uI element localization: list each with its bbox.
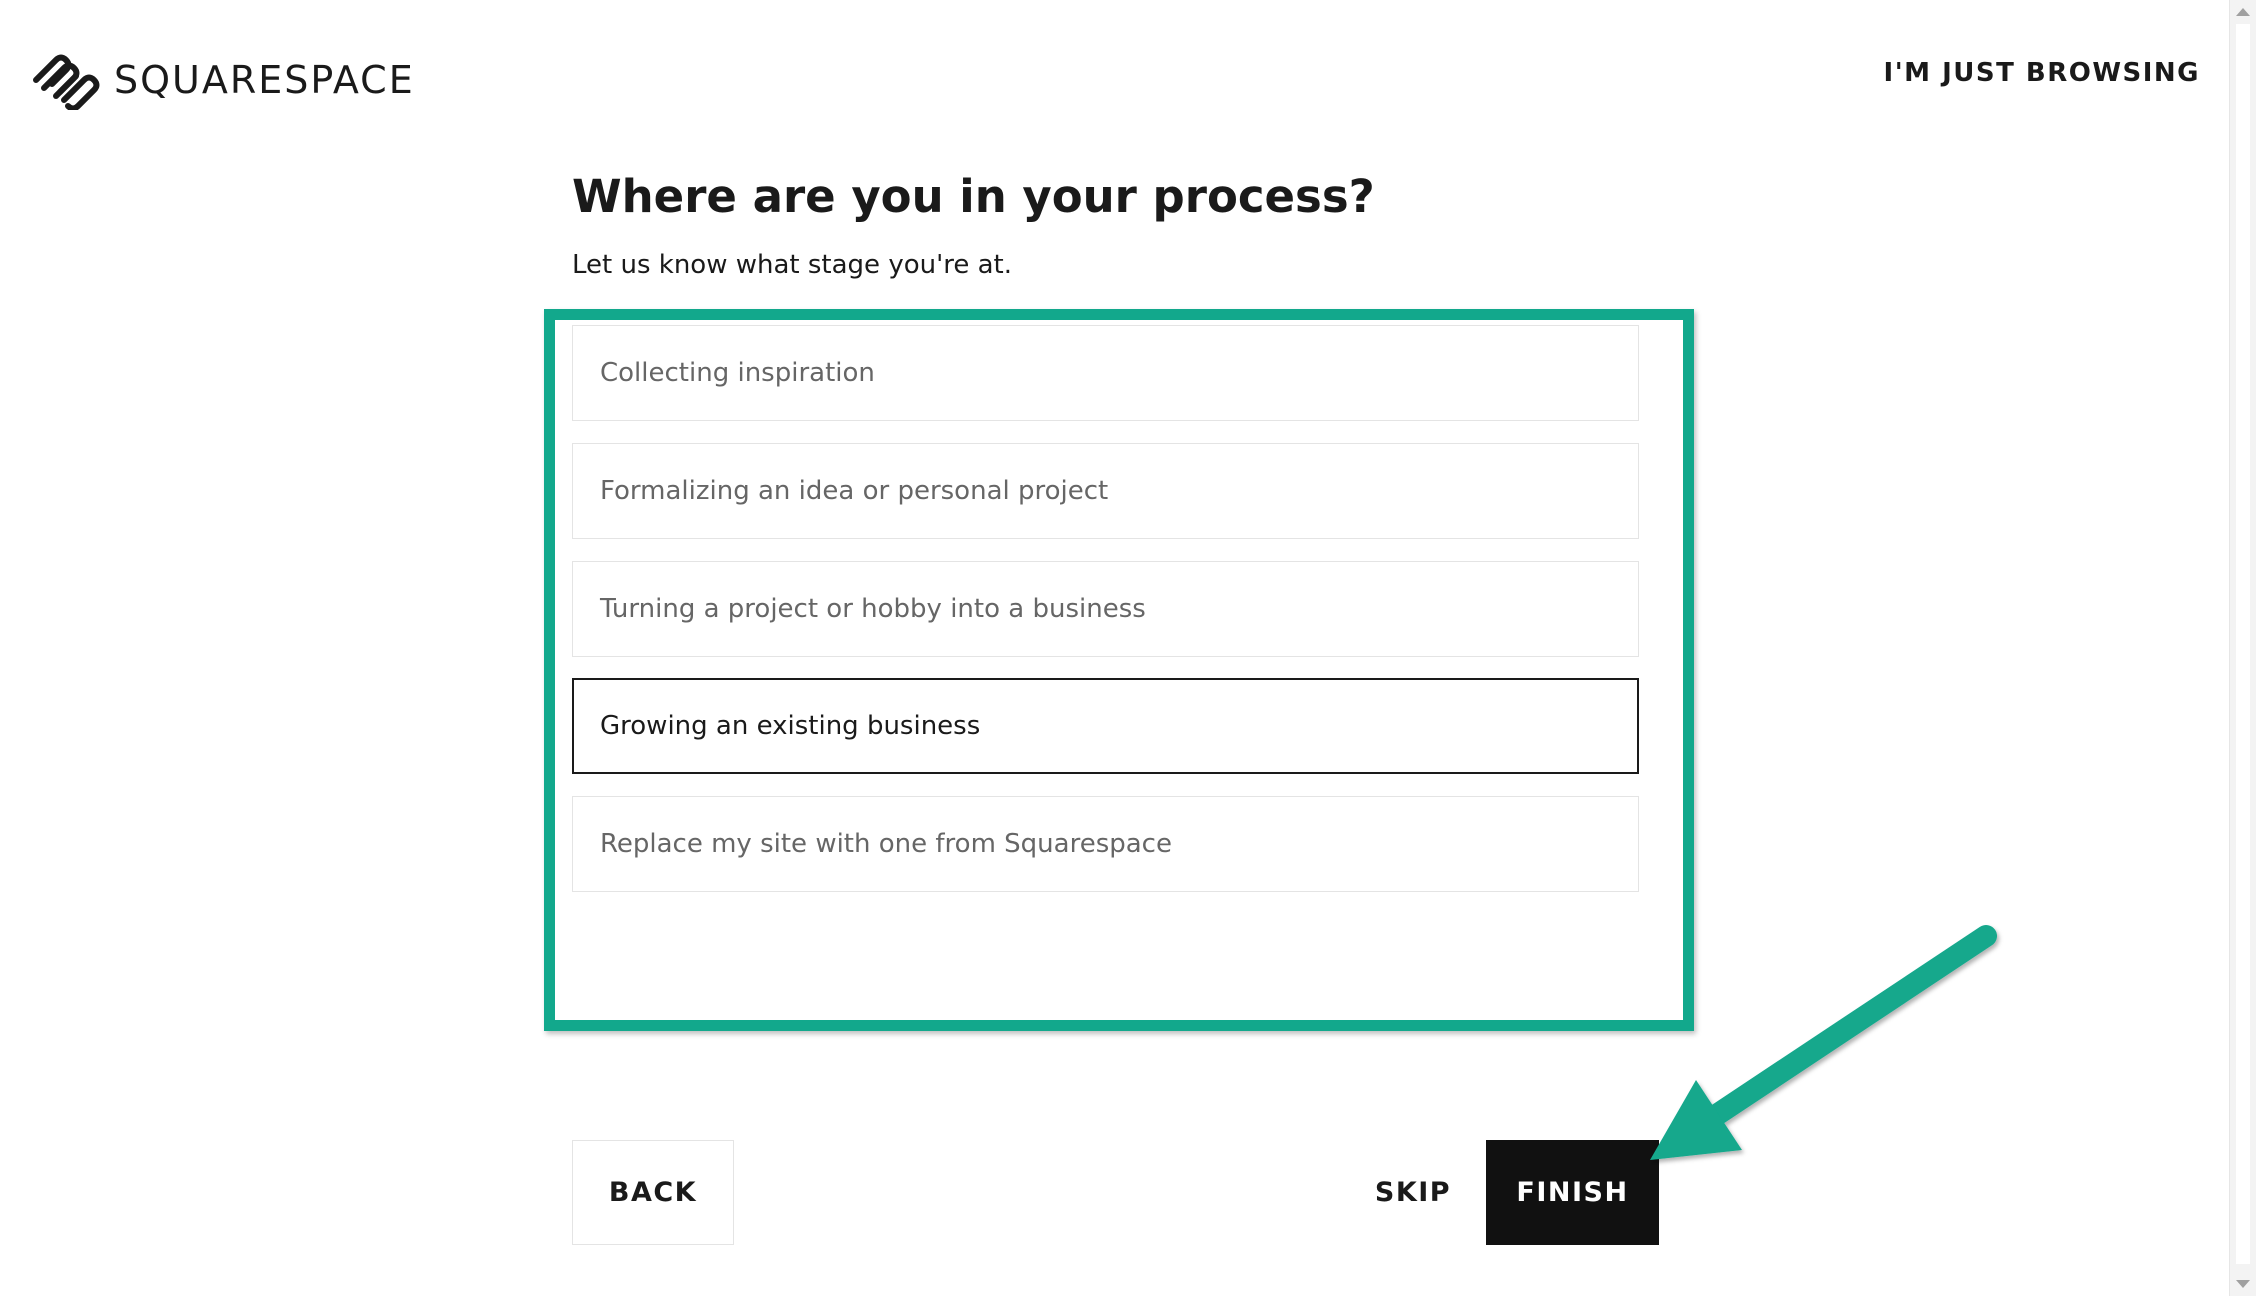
- squarespace-logo[interactable]: SQUARESPACE: [30, 50, 415, 110]
- page-scrollbar[interactable]: [2229, 0, 2256, 1296]
- page-subtitle: Let us know what stage you're at.: [572, 250, 1013, 280]
- scroll-thumb[interactable]: [2236, 24, 2250, 1264]
- just-browsing-link[interactable]: I'M JUST BROWSING: [1884, 58, 2200, 88]
- page-title: Where are you in your process?: [572, 170, 1375, 223]
- scroll-up-icon[interactable]: [2236, 8, 2250, 16]
- back-button[interactable]: BACK: [572, 1140, 734, 1245]
- scroll-down-icon[interactable]: [2236, 1280, 2250, 1288]
- finish-button[interactable]: FINISH: [1486, 1140, 1659, 1245]
- brand-name: SQUARESPACE: [114, 58, 415, 102]
- squarespace-logo-icon: [33, 54, 100, 110]
- skip-button[interactable]: SKIP: [1360, 1140, 1466, 1245]
- annotation-highlight-box: [544, 309, 1694, 1031]
- page: SQUARESPACE I'M JUST BROWSING Where are …: [0, 0, 2256, 1296]
